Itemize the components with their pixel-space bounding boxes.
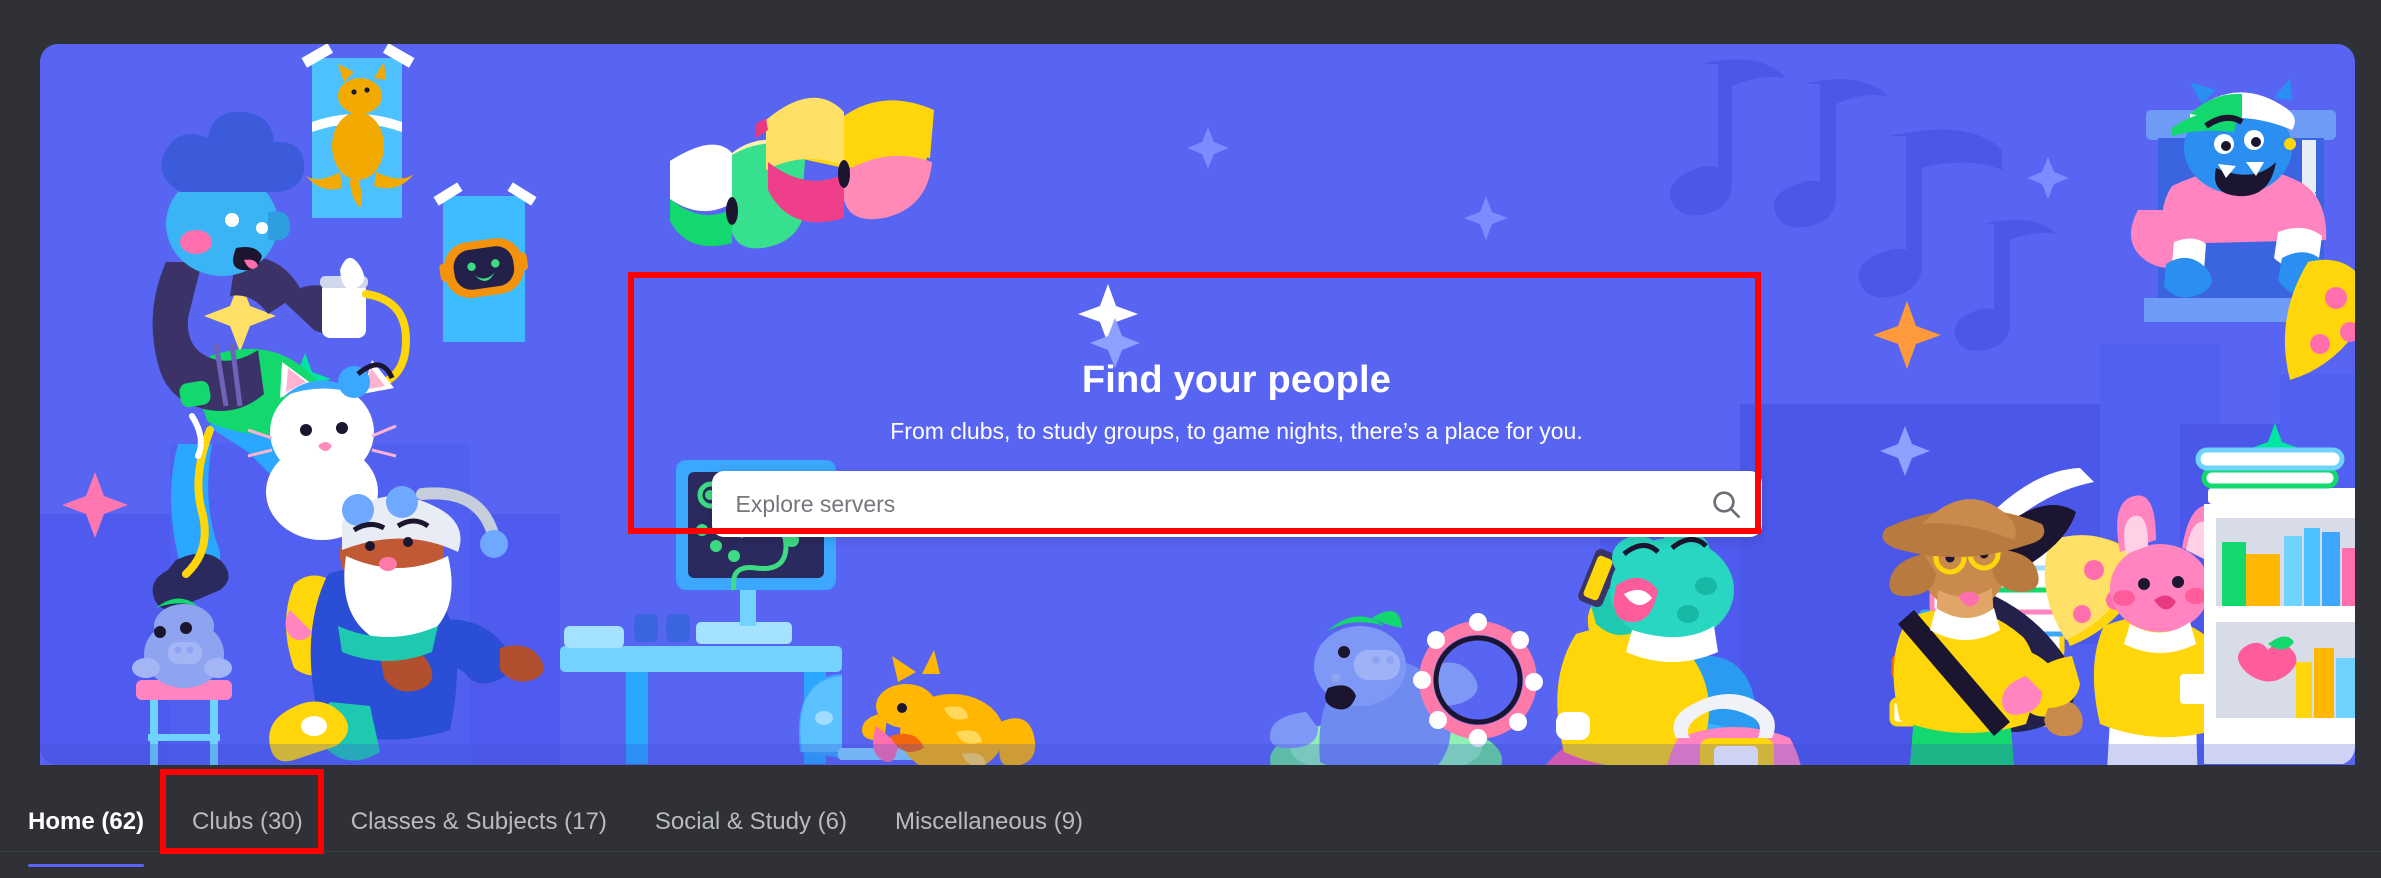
tab-clubs[interactable]: Clubs (30) — [168, 793, 327, 851]
tab-miscellaneous[interactable]: Miscellaneous (9) — [871, 793, 1107, 851]
tab-classes-subjects-label: Classes & Subjects (17) — [350, 808, 607, 835]
page-title: Find your people — [1081, 359, 1392, 401]
search-input[interactable] — [711, 471, 1762, 537]
discovery-banner: Find your people From clubs, to study gr… — [40, 44, 2355, 765]
tab-social-study-label: Social & Study (6) — [654, 808, 847, 835]
tab-home[interactable]: Home (62) — [28, 793, 168, 867]
search-bar[interactable] — [711, 471, 1762, 537]
tab-bar-divider — [0, 851, 2381, 852]
tab-classes-subjects[interactable]: Classes & Subjects (17) — [327, 793, 631, 851]
tab-clubs-label: Clubs (30) — [192, 808, 303, 835]
search-hero-card: Find your people From clubs, to study gr… — [671, 319, 1802, 577]
tab-home-label: Home (62) — [28, 808, 145, 835]
page-subtitle: From clubs, to study groups, to game nig… — [890, 418, 1583, 444]
app-root: Find your people From clubs, to study gr… — [0, 0, 2381, 878]
tab-miscellaneous-label: Miscellaneous (9) — [894, 808, 1084, 835]
category-tabs: Home (62) Clubs (30) Classes & Subjects … — [28, 793, 1107, 867]
tab-social-study[interactable]: Social & Study (6) — [631, 793, 871, 851]
category-tab-bar: Home (62) Clubs (30) Classes & Subjects … — [0, 765, 2381, 878]
